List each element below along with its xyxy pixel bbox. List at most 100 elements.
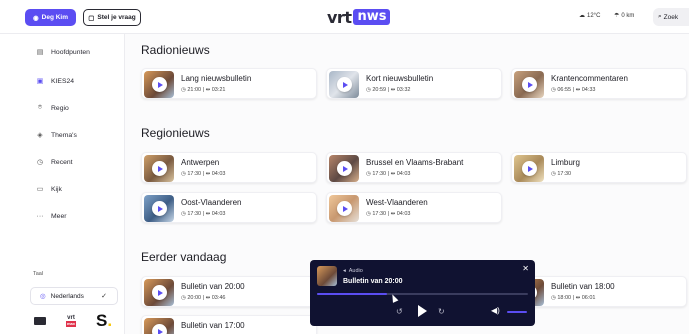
card-title: Limburg <box>551 158 580 167</box>
vrt-nws-logo[interactable]: vrt nws <box>327 7 391 27</box>
sidebar-item-label: Recent <box>51 158 73 166</box>
brand-logos: vrt max S. <box>34 312 112 329</box>
audio-icon: ◂ <box>343 268 346 274</box>
layers-icon: ◈ <box>37 132 43 139</box>
brand-logo-a[interactable] <box>34 317 46 325</box>
brand-logo-vrt-max[interactable]: vrt max <box>66 315 77 327</box>
play-icon[interactable] <box>337 161 352 176</box>
play-icon[interactable] <box>152 77 167 92</box>
audio-card[interactable]: West-Vlaanderen ◷ 17:30 | ⇹ 04:03 <box>326 192 502 223</box>
thumbnail <box>144 195 174 222</box>
rain-widget[interactable]: ☂ 0 km <box>614 12 635 20</box>
audio-card[interactable]: Bulletin van 20:00 ◷ 20:00 | ⇹ 03:46 <box>141 276 317 307</box>
card-title: West-Vlaanderen <box>366 198 428 207</box>
rain-value: 0 km <box>621 12 635 19</box>
play-icon[interactable] <box>337 201 352 216</box>
sidebar-item-recent[interactable]: ◷ Recent <box>36 155 73 169</box>
thumbnail <box>329 195 359 222</box>
play-icon[interactable] <box>152 285 167 300</box>
search-button[interactable]: ⌕ Zoek <box>653 8 689 26</box>
user-account-button[interactable]: ◉ Deg Kim <box>25 9 76 26</box>
check-icon: ✓ <box>101 293 107 300</box>
sidebar-item-label: Thema's <box>51 131 77 139</box>
user-icon: ◉ <box>32 14 39 22</box>
logo-vrt-text: vrt <box>327 7 352 27</box>
ask-question-button[interactable]: ▢ Stel je vraag <box>83 9 141 26</box>
rewind-icon[interactable]: ↺ <box>396 307 403 316</box>
thumbnail <box>514 71 544 98</box>
audio-card[interactable]: Oost-Vlaanderen ◷ 17:30 | ⇹ 04:03 <box>141 192 317 223</box>
language-value: Nederlands <box>50 292 84 300</box>
sidebar-item-hoofdpunten[interactable]: ▤ Hoofdpunten <box>36 45 90 59</box>
audio-card[interactable]: Antwerpen ◷ 17:30 | ⇹ 04:03 <box>141 152 317 183</box>
sidebar-item-label: Regio <box>51 104 69 112</box>
card-meta: ◷ 21:00 | ⇹ 03:21 <box>181 87 226 93</box>
search-label: Zoek <box>663 13 679 21</box>
card-meta: ◷ 17:30 | ⇹ 04:03 <box>366 211 411 217</box>
play-button[interactable] <box>418 305 427 317</box>
section-title-regionieuws: Regionieuws <box>141 126 210 140</box>
sidebar-item-regio[interactable]: ⌾ Regio <box>36 101 69 115</box>
audio-card[interactable]: Lang nieuwsbulletin ◷ 21:00 | ⇹ 03:21 <box>141 68 317 99</box>
card-title: Brussel en Vlaams-Brabant <box>366 158 464 167</box>
sidebar-item-kies24[interactable]: ▣ KIES24 <box>36 74 74 88</box>
logo-nws-badge: nws <box>353 9 391 25</box>
chat-icon: ▢ <box>88 14 95 22</box>
card-meta: ◷ 17:30 | ⇹ 04:03 <box>366 171 411 177</box>
rain-icon: ☂ <box>614 13 620 19</box>
player-kind: ◂ Audio <box>343 268 363 274</box>
card-title: Oost-Vlaanderen <box>181 198 242 207</box>
audio-player: ◂ Audio Bulletin van 20:00 ✕ ↺ ↻ ◀) <box>310 260 535 326</box>
language-label: Taal <box>33 271 44 277</box>
video-icon: ▭ <box>36 186 44 193</box>
ask-question-label: Stel je vraag <box>97 14 136 21</box>
section-title-radionieuws: Radionieuws <box>141 43 210 57</box>
audio-card[interactable]: Limburg ◷ 17:30 <box>511 152 687 183</box>
ballot-icon: ▣ <box>36 78 44 85</box>
play-icon[interactable] <box>152 161 167 176</box>
sidebar-item-meer[interactable]: ··· Meer <box>36 209 67 223</box>
audio-card[interactable]: Kort nieuwsbulletin ◷ 20:59 | ⇹ 03:32 <box>326 68 502 99</box>
card-title: Bulletin van 18:00 <box>551 282 615 291</box>
play-icon[interactable] <box>152 324 167 334</box>
audio-card[interactable]: Bulletin van 17:00 <box>141 315 317 334</box>
audio-card[interactable]: Brussel en Vlaams-Brabant ◷ 17:30 | ⇹ 04… <box>326 152 502 183</box>
card-title: Bulletin van 20:00 <box>181 282 245 291</box>
play-icon[interactable] <box>337 77 352 92</box>
language-select[interactable]: ◎ Nederlands ✓ <box>30 287 118 305</box>
card-title: Kort nieuwsbulletin <box>366 74 434 83</box>
sidebar-item-label: Hoofdpunten <box>51 48 90 56</box>
search-icon: ⌕ <box>658 13 662 20</box>
sidebar-item-kijk[interactable]: ▭ Kijk <box>36 182 62 196</box>
forward-icon[interactable]: ↻ <box>438 307 445 316</box>
card-title: Antwerpen <box>181 158 220 167</box>
thumbnail <box>514 155 544 182</box>
top-header: ◉ Deg Kim ▢ Stel je vraag vrt nws ☁ 12°C… <box>0 0 689 34</box>
audio-card[interactable]: Bulletin van 18:00 ◷ 18:00 | ⇹ 06:01 <box>511 276 687 307</box>
temperature-value: 12°C <box>587 12 601 19</box>
play-icon[interactable] <box>522 77 537 92</box>
user-name: Deg Kim <box>41 14 69 21</box>
brand-logo-s[interactable]: S. <box>96 312 112 329</box>
weather-widget[interactable]: ☁ 12°C <box>579 12 601 20</box>
player-title: Bulletin van 20:00 <box>343 278 403 285</box>
card-meta: ◷ 18:00 | ⇹ 06:01 <box>551 295 596 301</box>
cloud-icon: ☁ <box>579 13 585 19</box>
globe-icon: ◎ <box>40 293 46 300</box>
play-icon[interactable] <box>522 161 537 176</box>
close-icon[interactable]: ✕ <box>522 264 529 273</box>
thumbnail <box>144 279 174 306</box>
card-meta: ◷ 06:55 | ⇹ 04:33 <box>551 87 596 93</box>
audio-card[interactable]: Krantencommentaren ◷ 06:55 | ⇹ 04:33 <box>511 68 687 99</box>
volume-slider[interactable] <box>507 311 527 313</box>
volume-icon[interactable]: ◀) <box>491 306 500 315</box>
play-icon[interactable] <box>152 201 167 216</box>
player-kind-label: Audio <box>348 268 363 274</box>
sidebar-item-label: KIES24 <box>51 77 75 85</box>
player-thumbnail <box>317 266 337 286</box>
progress-bar[interactable] <box>317 293 528 295</box>
section-title-eerder-vandaag: Eerder vandaag <box>141 250 227 264</box>
sidebar-item-themas[interactable]: ◈ Thema's <box>36 128 77 142</box>
sidebar-item-label: Meer <box>51 212 67 220</box>
newspaper-icon: ▤ <box>36 49 44 56</box>
